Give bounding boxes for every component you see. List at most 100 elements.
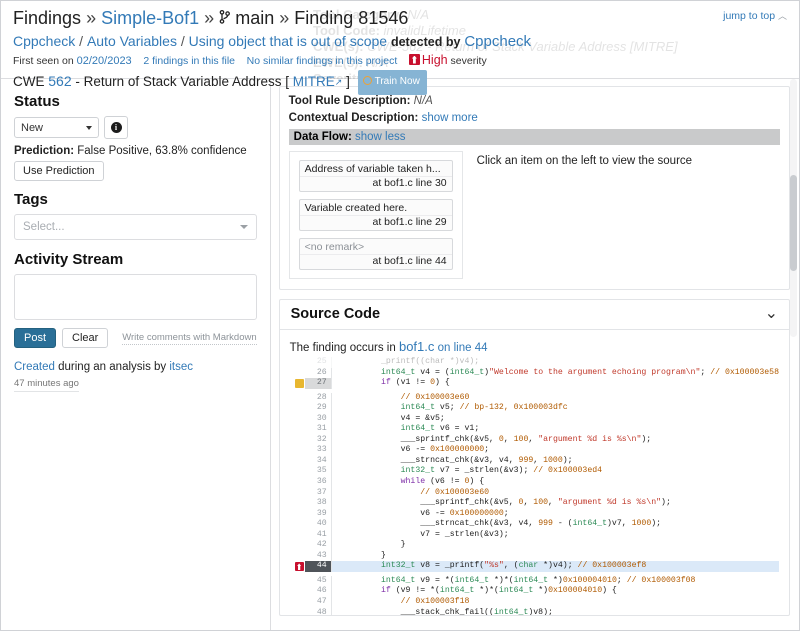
data-flow-item[interactable]: Variable created here. at bof1.c line 29	[298, 199, 453, 231]
source-code-header: Source Code ⌄	[279, 300, 789, 330]
activity-timestamp: 47 minutes ago	[14, 378, 79, 392]
jump-to-top-link[interactable]: jump to top ︿	[723, 9, 787, 22]
data-flow-item[interactable]: Address of variable taken h... at bof1.c…	[298, 160, 453, 192]
code-scrollbar-thumb[interactable]	[790, 175, 797, 271]
breadcrumb-project-link[interactable]: Simple-Bof1	[101, 8, 199, 28]
code-line-number: 27	[304, 378, 331, 389]
rule-path-row: Cppcheck / Auto Variables / Using object…	[13, 33, 532, 50]
code-line-number: 30	[316, 413, 327, 423]
findings-in-file-link[interactable]: 2 findings in this file	[143, 55, 235, 67]
cwe-prefix: CWE	[13, 74, 45, 89]
code-viewer[interactable]: 25 _printf((char *)v4); 26 int64_t v4 = (…	[294, 357, 779, 615]
breadcrumb-separator: »	[86, 8, 97, 28]
code-line-number: 33	[316, 445, 327, 455]
code-line: 35 int32_t v7 = _strlen(&v3); // 0x10000…	[294, 466, 779, 478]
code-line: 45 int64_t v9 = *(int64_t *)*(int64_t *)…	[294, 575, 779, 587]
status-select-value: New	[21, 121, 44, 134]
code-line: 42 }	[294, 540, 779, 551]
code-line-text: if (v9 != *(int64_t *)*(int64_t *)0x1000…	[330, 586, 779, 598]
details-card: Tool Rule Description: N/A Contextual De…	[278, 86, 790, 290]
data-flow-show-less-link[interactable]: show less	[355, 131, 406, 143]
status-select[interactable]: New	[14, 117, 99, 138]
markdown-hint: Write comments with Markdown	[122, 331, 257, 345]
status-info-button[interactable]: i	[104, 116, 128, 139]
activity-created-text: during an analysis by	[58, 361, 167, 373]
code-line: 39 v6 -= 0x100000000;	[294, 508, 779, 520]
code-line: 32 ___sprintf_chk(&v5, 0, 100, "argument…	[294, 434, 779, 446]
code-line-number: 43	[316, 550, 327, 560]
code-line-text: int64_t v5; // bp-132, 0x100003dfc	[330, 403, 779, 414]
warning-triangle-icon	[294, 378, 305, 393]
code-line: 47 // 0x100003f18	[294, 597, 779, 608]
activity-comment-input[interactable]	[14, 274, 257, 320]
data-flow-label: Data Flow:	[293, 131, 352, 143]
breadcrumb-branch: main	[235, 8, 275, 28]
source-code-title: Source Code	[290, 306, 381, 322]
left-sidebar: Status New i Prediction: False Positive,…	[1, 79, 271, 630]
code-line-number: 39	[316, 508, 327, 518]
similar-findings-link[interactable]: No similar findings in this project	[247, 55, 398, 67]
jump-to-top-label: jump to top	[723, 10, 776, 22]
source-file-link[interactable]: bof1.c	[399, 339, 434, 354]
tool-rule-description-value: N/A	[413, 95, 433, 107]
rule-name-link[interactable]: Using object that is out of scope	[189, 33, 387, 49]
rule-category-link[interactable]: Auto Variables	[87, 33, 177, 49]
code-line-text: int32_t v7 = _strlen(&v3); // 0x100003ed…	[330, 466, 779, 478]
train-now-label: Train Now	[374, 76, 420, 87]
source-code-card: Source Code ⌄ The finding occurs in bof1…	[278, 79, 797, 616]
code-line-text: v6 -= 0x100000000;	[330, 445, 779, 456]
finding-flag-icon	[294, 561, 305, 576]
code-line: 30 v4 = &v5;	[294, 413, 779, 425]
code-line-text: int64_t v6 = v1;	[330, 424, 779, 435]
finding-detail-page: Tool Category: N/A Tool Code: invalidLif…	[0, 0, 800, 631]
tool-rule-description-label: Tool Rule Description:	[288, 95, 411, 107]
tags-placeholder: Select...	[23, 221, 65, 233]
train-now-button[interactable]: Train Now	[357, 70, 427, 95]
code-line-text: // 0x100003e60	[330, 392, 779, 404]
external-link-icon: ↗	[334, 77, 343, 87]
code-line-text: ___stack_chk_fail((int64_t)v8);	[330, 607, 779, 615]
mitre-link[interactable]: MITRE	[293, 74, 335, 89]
code-line: 25 _printf((char *)v4);	[294, 357, 779, 368]
use-prediction-button[interactable]: Use Prediction	[14, 161, 104, 181]
post-button[interactable]: Post	[14, 328, 57, 348]
code-line-text: v7 = _strlen(&v3);	[330, 529, 779, 541]
code-line: 40 ___strncat_chk(&v3, v4, 999 - (int64_…	[294, 519, 779, 530]
code-line-number: 47	[316, 597, 327, 607]
code-line-text: int64_t v9 = *(int64_t *)*(int64_t *)0x1…	[330, 575, 779, 587]
data-flow-section: Address of variable taken h... at bof1.c…	[288, 151, 780, 279]
chevron-down-icon[interactable]: ⌄	[765, 306, 778, 322]
severity-suffix: severity	[450, 55, 487, 67]
code-line: 37 // 0x100003e60	[294, 487, 779, 499]
code-line: 27 if (v1 != 0) {	[294, 378, 779, 393]
detected-by-tool-link[interactable]: Cppcheck	[464, 33, 531, 50]
code-line: 26 int64_t v4 = (int64_t)"Welcome to the…	[294, 367, 779, 379]
code-line-number: 46	[316, 586, 327, 596]
activity-created-link[interactable]: Created	[14, 361, 55, 373]
code-line-text: if (v1 != 0) {	[330, 378, 779, 389]
code-line-number: 25	[316, 357, 327, 366]
source-code-body: The finding occurs in bof1.c on line 44 …	[280, 79, 797, 615]
code-line-text: _printf((char *)v4);	[330, 357, 779, 368]
cwe-row: CWE 562 - Return of Stack Variable Addre…	[13, 70, 789, 95]
code-line-number: 34	[316, 455, 327, 465]
code-line-text: v4 = &v5;	[330, 413, 779, 425]
code-line-number: 41	[316, 529, 327, 539]
code-line-text: ___sprintf_chk(&v5, 0, 100, "argument %d…	[330, 498, 779, 509]
data-flow-remark: Variable created here.	[304, 202, 408, 214]
code-line-number: 48	[316, 607, 327, 615]
activity-user-link[interactable]: itsec	[169, 361, 193, 373]
data-flow-item[interactable]: <no remark> at bof1.c line 44	[298, 238, 453, 270]
clear-button[interactable]: Clear	[62, 328, 109, 348]
code-line: 33 v6 -= 0x100000000;	[294, 445, 779, 456]
rule-tool-link[interactable]: Cppcheck	[13, 33, 75, 49]
code-line: 44 int32_t v8 = _printf("%s", (char *)v4…	[294, 561, 779, 576]
code-line-text: int32_t v8 = _printf("%s", (char *)v4); …	[330, 561, 779, 572]
chevron-up-icon: ︿	[777, 11, 787, 21]
first-seen-label: First seen on	[13, 55, 74, 67]
code-line-number: 29	[316, 403, 327, 413]
contextual-description-show-more-link[interactable]: show more	[422, 112, 478, 124]
tags-select[interactable]: Select...	[14, 214, 257, 240]
cwe-title: - Return of Stack Variable Address [	[75, 74, 289, 89]
severity-value: High	[421, 53, 448, 67]
